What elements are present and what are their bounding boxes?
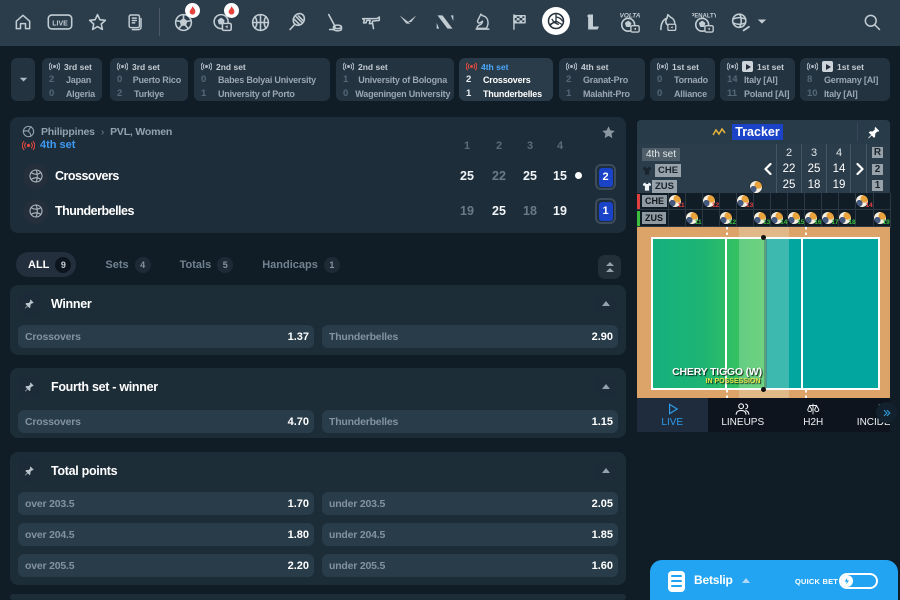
svg-text:LIVE: LIVE (52, 20, 68, 27)
